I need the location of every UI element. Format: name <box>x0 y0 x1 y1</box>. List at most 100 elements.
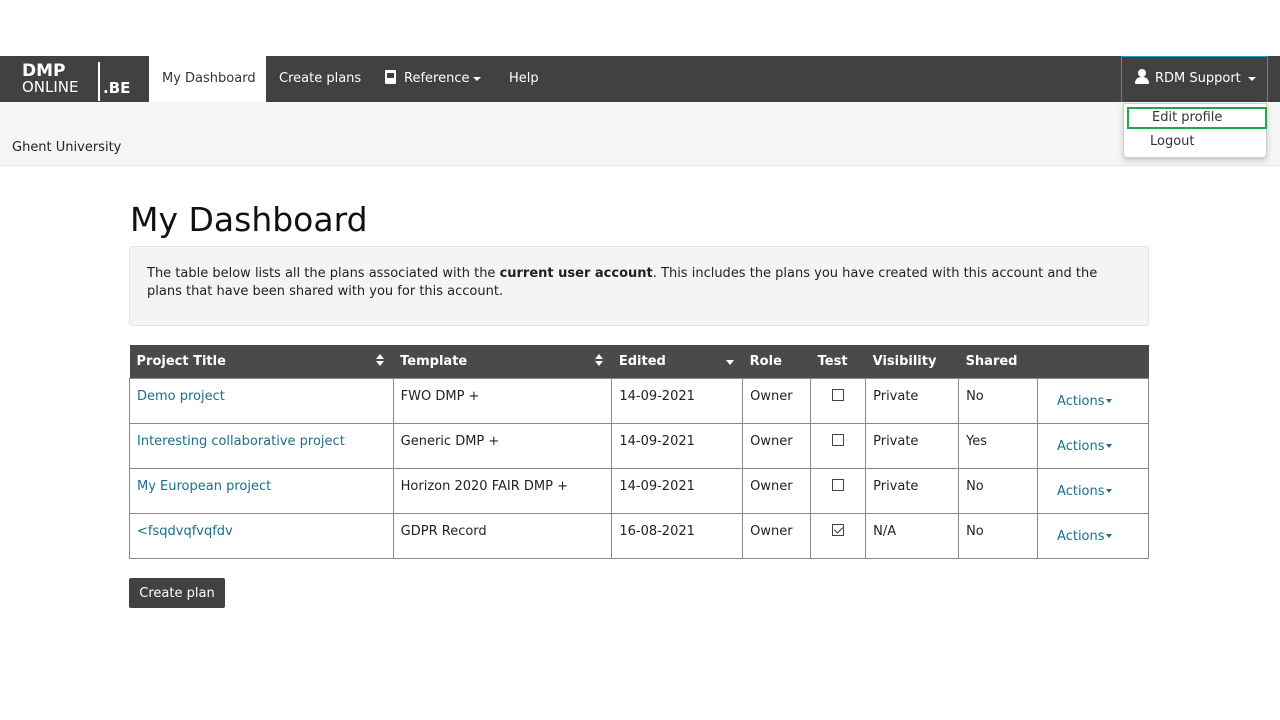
caret-down-icon <box>1105 489 1112 493</box>
actions-label: Actions <box>1057 483 1105 499</box>
test-checkbox[interactable] <box>832 433 845 446</box>
table-row: My European project Horizon 2020 FAIR DM… <box>129 467 1149 514</box>
caret-down-icon <box>1105 444 1112 448</box>
caret-down-icon <box>1247 76 1256 81</box>
header-visibility: Visibility <box>865 345 959 378</box>
logout-menu-item[interactable]: Logout <box>1124 131 1266 153</box>
cell-actions: Actions <box>1037 467 1149 514</box>
user-menu-toggle[interactable]: RDM Support <box>1121 56 1268 102</box>
nav-reference[interactable]: Reference <box>372 56 494 102</box>
cell-template: GDPR Record <box>392 512 613 559</box>
header-actions <box>1037 345 1149 378</box>
book-icon <box>385 70 396 84</box>
cell-title: Interesting collaborative project <box>129 422 394 469</box>
test-checkbox[interactable] <box>832 478 845 491</box>
header-role: Role <box>742 345 811 378</box>
actions-label: Actions <box>1057 528 1105 544</box>
plans-table: Project Title Template Edited Role Test … <box>129 345 1149 559</box>
actions-dropdown[interactable]: Actions <box>1057 394 1112 409</box>
table-row: Interesting collaborative project Generi… <box>129 422 1149 469</box>
cell-edited: 14-09-2021 <box>611 467 744 514</box>
actions-dropdown[interactable]: Actions <box>1057 439 1112 454</box>
header-edited[interactable]: Edited <box>611 345 743 378</box>
top-navbar: DMP ONLINE .BE My Dashboard Create plans… <box>0 56 1280 102</box>
header-project-title-label: Project Title <box>136 353 226 369</box>
cell-test <box>810 512 867 559</box>
cell-edited: 16-08-2021 <box>611 512 744 559</box>
sort-icon <box>594 354 603 368</box>
logo-suffix: .BE <box>103 79 131 97</box>
header-shared: Shared <box>958 345 1038 378</box>
actions-dropdown[interactable]: Actions <box>1057 529 1112 544</box>
cell-title: Demo project <box>129 377 394 424</box>
nav-help-label: Help <box>509 71 539 86</box>
cell-actions: Actions <box>1037 377 1149 424</box>
table-row: <fsqdvqfvqfdv GDPR Record 16-08-2021 Own… <box>129 512 1149 559</box>
header-template-label: Template <box>400 353 468 369</box>
logo-line2: ONLINE <box>22 78 79 96</box>
actions-dropdown[interactable]: Actions <box>1057 484 1112 499</box>
plan-title-link[interactable]: Demo project <box>137 389 225 404</box>
cell-role: Owner <box>742 467 812 514</box>
cell-shared: No <box>958 467 1039 514</box>
cell-title: <fsqdvqfvqfdv <box>129 512 394 559</box>
caret-down-icon <box>1105 534 1112 538</box>
nav-my-dashboard[interactable]: My Dashboard <box>149 56 266 102</box>
plan-title-link[interactable]: <fsqdvqfvqfdv <box>137 524 233 539</box>
nav-my-dashboard-label: My Dashboard <box>162 71 256 86</box>
cell-visibility: Private <box>865 377 960 424</box>
organisation-bar: Ghent University <box>0 102 1280 166</box>
info-text-bold: current user account <box>499 266 653 281</box>
sort-icon <box>376 354 385 368</box>
header-visibility-label: Visibility <box>872 353 937 369</box>
nav-create-plans[interactable]: Create plans <box>266 56 374 102</box>
header-edited-label: Edited <box>618 353 666 369</box>
create-plan-button[interactable]: Create plan <box>129 578 225 608</box>
logo-separator <box>98 62 100 101</box>
cell-shared: Yes <box>958 422 1039 469</box>
header-shared-label: Shared <box>965 353 1018 369</box>
cell-test <box>810 467 867 514</box>
user-name: RDM Support <box>1155 71 1241 86</box>
organisation-name: Ghent University <box>12 140 122 155</box>
cell-test <box>810 422 867 469</box>
cell-actions: Actions <box>1037 422 1149 469</box>
cell-template: Horizon 2020 FAIR DMP + <box>392 467 613 514</box>
user-icon <box>1135 69 1149 84</box>
plan-title-link[interactable]: Interesting collaborative project <box>137 434 345 449</box>
page-title: My Dashboard <box>130 200 368 239</box>
sort-desc-icon <box>725 360 734 365</box>
header-test: Test <box>810 345 866 378</box>
plan-title-link[interactable]: My European project <box>137 479 271 494</box>
cell-role: Owner <box>742 377 812 424</box>
header-role-label: Role <box>749 353 782 369</box>
nav-help[interactable]: Help <box>496 56 552 102</box>
cell-visibility: N/A <box>865 512 960 559</box>
cell-role: Owner <box>742 422 812 469</box>
actions-label: Actions <box>1057 393 1105 409</box>
table-row: Demo project FWO DMP + 14-09-2021 Owner … <box>129 377 1149 424</box>
actions-label: Actions <box>1057 438 1105 454</box>
table-header-row: Project Title Template Edited Role Test … <box>129 345 1149 378</box>
cell-template: FWO DMP + <box>392 377 613 424</box>
cell-test <box>810 377 867 424</box>
test-checkbox-checked[interactable] <box>832 523 845 536</box>
cell-title: My European project <box>129 467 394 514</box>
cell-visibility: Private <box>865 467 960 514</box>
nav-reference-label: Reference <box>404 71 470 86</box>
cell-shared: No <box>958 512 1039 559</box>
user-dropdown-menu: Edit profile Logout <box>1123 103 1267 158</box>
cell-actions: Actions <box>1037 512 1149 559</box>
info-text-before: The table below lists all the plans asso… <box>147 266 500 281</box>
test-checkbox[interactable] <box>832 388 845 401</box>
header-project-title[interactable]: Project Title <box>129 345 394 378</box>
header-test-label: Test <box>817 353 848 369</box>
cell-role: Owner <box>742 512 812 559</box>
nav-create-plans-label: Create plans <box>279 71 362 86</box>
cell-edited: 14-09-2021 <box>611 377 744 424</box>
cell-edited: 14-09-2021 <box>611 422 744 469</box>
edit-profile-menu-item[interactable]: Edit profile <box>1127 107 1267 129</box>
caret-down-icon <box>1105 399 1112 403</box>
cell-template: Generic DMP + <box>392 422 613 469</box>
header-template[interactable]: Template <box>393 345 612 378</box>
